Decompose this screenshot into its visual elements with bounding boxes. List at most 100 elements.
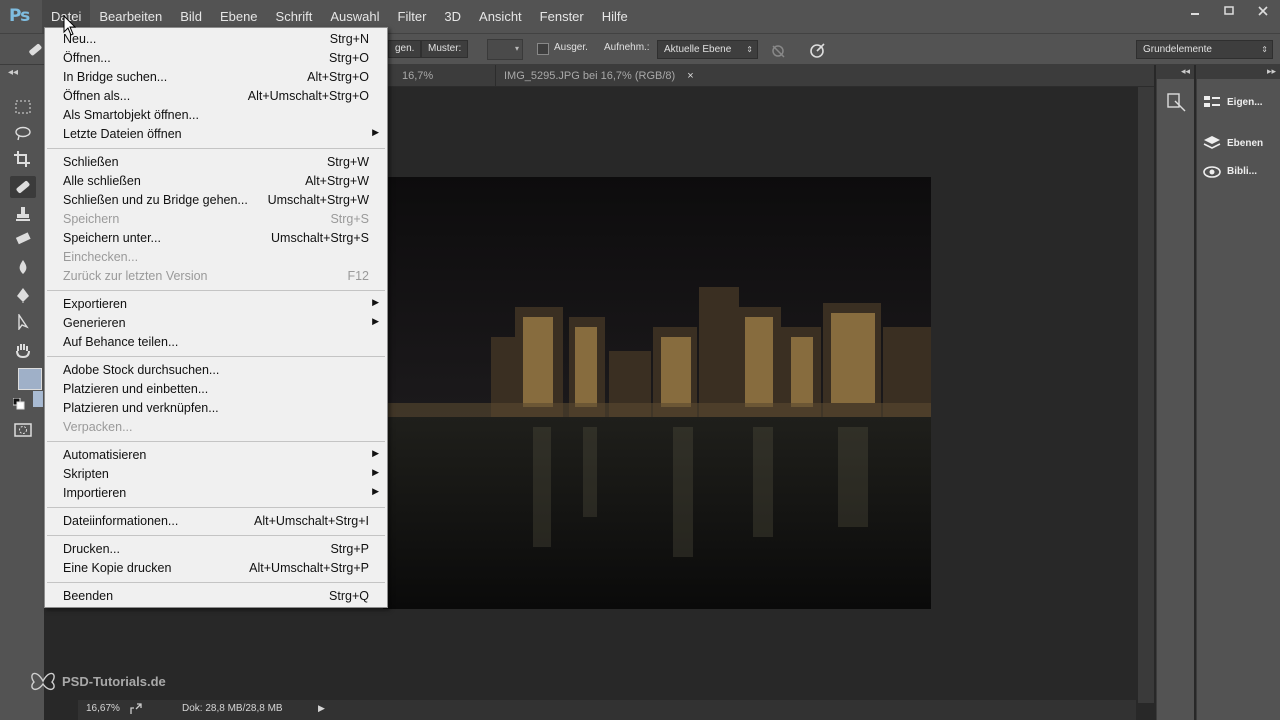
- hand-tool[interactable]: [10, 339, 36, 361]
- menu-item-schließen-und-zu-bridge-gehen[interactable]: Schließen und zu Bridge gehen... Umschalt…: [45, 191, 387, 210]
- menu-item-label: Zurück zur letzten Version: [63, 269, 208, 283]
- menu-item-in-bridge-suchen[interactable]: In Bridge suchen... Alt+Strg+O: [45, 68, 387, 87]
- collapse-panel-icon[interactable]: ◂◂: [8, 67, 18, 78]
- clone-stamp-tool[interactable]: [10, 203, 36, 225]
- menu-item-eine-kopie-drucken[interactable]: Eine Kopie drucken Alt+Umschalt+Strg+P: [45, 559, 387, 578]
- menu-item-shortcut: Alt+Strg+W: [305, 174, 369, 188]
- menu-item-importieren[interactable]: Importieren ▶: [45, 484, 387, 503]
- menu-item-label: Importieren: [63, 486, 127, 500]
- lasso-tool[interactable]: [10, 122, 36, 144]
- menu-item-platzieren-und-einbetten[interactable]: Platzieren und einbetten...: [45, 380, 387, 399]
- menu-filter[interactable]: Filter: [389, 0, 436, 33]
- menu-item-als-smartobjekt-öffnen[interactable]: Als Smartobjekt öffnen...: [45, 106, 387, 125]
- workspace-select[interactable]: Grundelemente ⇕: [1136, 40, 1273, 59]
- layers-panel-button[interactable]: Ebenen: [1203, 131, 1263, 155]
- status-menu-arrow-icon[interactable]: ▶: [318, 703, 325, 714]
- partial-source-button[interactable]: gen.: [388, 40, 422, 58]
- document-tab-1[interactable]: 16,7% (RGB/8)×: [394, 65, 494, 104]
- menu-item-schließen[interactable]: Schließen Strg+W: [45, 153, 387, 172]
- submenu-arrow-icon: ▶: [372, 486, 379, 496]
- drop-icon: [19, 260, 27, 274]
- menu-item-label: Als Smartobjekt öffnen...: [63, 108, 199, 122]
- collapsed-dock: ◂◂: [1156, 65, 1194, 720]
- sample-select[interactable]: Aktuelle Ebene ⇕: [657, 40, 758, 59]
- document-tab-2[interactable]: IMG_5295.JPG bei 16,7% (RGB/8) ×: [495, 65, 705, 87]
- menu-item-generieren[interactable]: Generieren ▶: [45, 314, 387, 333]
- aligned-label: Ausger.: [554, 42, 588, 53]
- menu-ansicht[interactable]: Ansicht: [470, 0, 531, 33]
- canvas-image[interactable]: [383, 177, 931, 609]
- menu-separator: [47, 148, 385, 149]
- aligned-checkbox[interactable]: [537, 43, 549, 55]
- vertical-scrollbar[interactable]: [1138, 87, 1154, 703]
- close-button[interactable]: [1246, 0, 1280, 22]
- healing-brush-tool-icon[interactable]: [26, 42, 44, 58]
- menu-item-platzieren-und-verknüpfen[interactable]: Platzieren und verknüpfen...: [45, 399, 387, 418]
- menu-item-automatisieren[interactable]: Automatisieren ▶: [45, 446, 387, 465]
- path-selection-tool[interactable]: [10, 311, 36, 333]
- menu-separator: [47, 441, 385, 442]
- lasso-icon: [15, 126, 31, 141]
- menu-item-öffnen[interactable]: Öffnen... Strg+O: [45, 49, 387, 68]
- menu-item-drucken[interactable]: Drucken... Strg+P: [45, 540, 387, 559]
- menu-item-label: Eine Kopie drucken: [63, 561, 172, 575]
- collapse-dock-icon[interactable]: ▸▸: [1267, 66, 1276, 77]
- maximize-button[interactable]: [1212, 0, 1246, 22]
- background-color-swatch[interactable]: [33, 391, 43, 407]
- menu-item-beenden[interactable]: Beenden Strg+Q: [45, 587, 387, 606]
- properties-panel-button[interactable]: Eigen...: [1203, 90, 1263, 114]
- minimize-button[interactable]: [1178, 0, 1212, 22]
- eraser-tool[interactable]: [10, 228, 36, 250]
- expand-dock-icon[interactable]: ◂◂: [1181, 66, 1190, 77]
- pattern-swatch[interactable]: ▾: [487, 39, 523, 60]
- menu-item-label: In Bridge suchen...: [63, 70, 168, 84]
- menu-item-label: Speichern: [63, 212, 120, 226]
- menu-item-auf-behance-teilen[interactable]: Auf Behance teilen...: [45, 333, 387, 352]
- pen-tool[interactable]: [10, 284, 36, 306]
- menu-item-skripten[interactable]: Skripten ▶: [45, 465, 387, 484]
- hand-icon: [16, 344, 30, 358]
- menu-item-letzte-dateien-öffnen[interactable]: Letzte Dateien öffnen ▶: [45, 125, 387, 144]
- menu-item-label: Auf Behance teilen...: [63, 335, 179, 349]
- menu-item-neu[interactable]: Neu... Strg+N: [45, 30, 387, 49]
- menu-item-dateiinformationen[interactable]: Dateiinformationen... Alt+Umschalt+Strg+I: [45, 512, 387, 531]
- menu-item-speichern-unter[interactable]: Speichern unter... Umschalt+Strg+S: [45, 229, 387, 248]
- document-size: Dok: 28,8 MB/28,8 MB: [182, 703, 283, 714]
- menu-separator: [47, 535, 385, 536]
- tools-panel: ◂◂: [0, 65, 44, 720]
- menu-item-shortcut: Umschalt+Strg+W: [267, 193, 369, 207]
- zoom-level[interactable]: 16,67%: [86, 703, 120, 714]
- menu-hilfe[interactable]: Hilfe: [593, 0, 637, 33]
- menu-item-label: Adobe Stock durchsuchen...: [63, 363, 220, 377]
- marquee-tool[interactable]: [10, 96, 36, 118]
- menu-item-label: Exportieren: [63, 297, 127, 311]
- menu-item-öffnen-als[interactable]: Öffnen als... Alt+Umschalt+Strg+O: [45, 87, 387, 106]
- menu-fenster[interactable]: Fenster: [531, 0, 593, 33]
- crop-icon: [14, 151, 30, 167]
- menu-item-exportieren[interactable]: Exportieren ▶: [45, 295, 387, 314]
- default-colors-icon[interactable]: [13, 398, 25, 410]
- menu-item-label: Skripten: [63, 467, 109, 481]
- blur-tool[interactable]: [10, 256, 36, 278]
- menu-item-label: Verpacken...: [63, 420, 133, 434]
- crop-tool[interactable]: [10, 148, 36, 170]
- diffusion-icon[interactable]: [808, 41, 828, 59]
- quick-mask-tool[interactable]: [10, 419, 36, 441]
- libraries-panel-button[interactable]: Bibli...: [1203, 159, 1257, 183]
- close-icon: [1258, 6, 1268, 16]
- menu-item-shortcut: Strg+N: [329, 32, 369, 46]
- share-icon[interactable]: [130, 703, 142, 715]
- menu-item-adobe-stock-durchsuchen[interactable]: Adobe Stock durchsuchen...: [45, 361, 387, 380]
- workspace-select-value: Grundelemente: [1143, 44, 1212, 55]
- pattern-button[interactable]: Muster:: [421, 40, 469, 58]
- sample-label: Aufnehm.:: [604, 42, 650, 53]
- menu-3d[interactable]: 3D: [435, 0, 470, 33]
- menu-item-shortcut: Strg+W: [326, 155, 369, 169]
- healing-brush-tool[interactable]: [10, 176, 36, 198]
- tab-close-icon[interactable]: ×: [687, 70, 693, 82]
- foreground-color-swatch[interactable]: [18, 368, 42, 390]
- history-icon[interactable]: [1167, 93, 1187, 113]
- updown-arrow-icon: ⇕: [746, 45, 753, 54]
- menu-item-alle-schließen[interactable]: Alle schließen Alt+Strg+W: [45, 172, 387, 191]
- ignore-adjustment-icon[interactable]: [770, 43, 788, 59]
